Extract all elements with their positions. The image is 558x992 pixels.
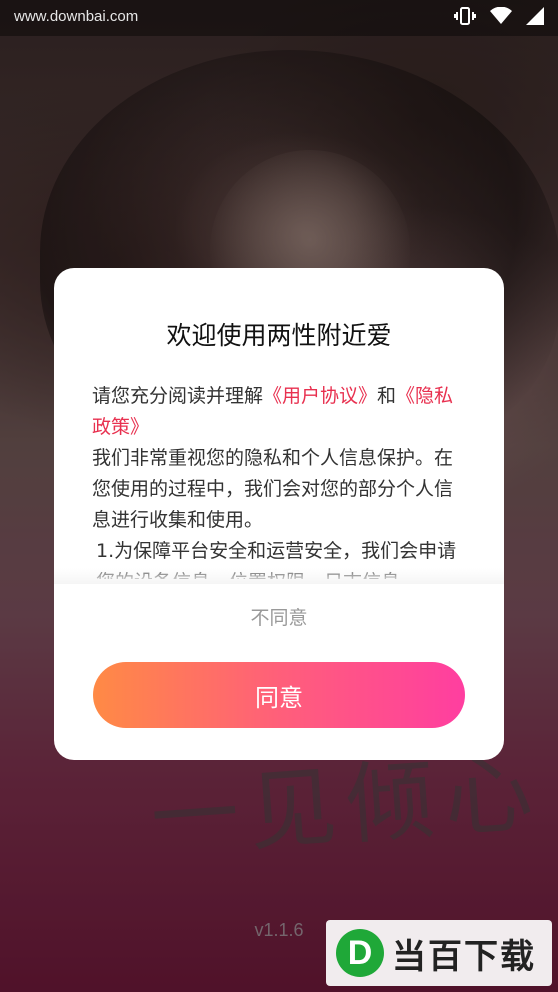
watermark-url: www.downbai.com — [14, 8, 139, 25]
agree-button[interactable]: 同意 — [93, 662, 465, 728]
dialog-body: 请您充分阅读并理解《用户协议》和《隐私政策》 我们非常重视您的隐私和个人信息保护… — [92, 381, 464, 579]
intro-and: 和 — [377, 385, 397, 407]
brand-watermark-logo: D 当百下载 — [326, 920, 552, 986]
privacy-dialog: 欢迎使用两性附近爱 请您充分阅读并理解《用户协议》和《隐私政策》 我们非常重视您… — [54, 268, 504, 760]
body-scroll-fade — [54, 568, 504, 584]
wifi-icon — [490, 6, 512, 29]
user-agreement-link[interactable]: 《用户协议》 — [263, 385, 377, 407]
status-bar: www.downbai.com — [0, 0, 558, 36]
body-paragraph-1: 我们非常重视您的隐私和个人信息保护。在您使用的过程中，我们会对您的部分个人信息进… — [92, 447, 454, 531]
intro-prefix: 请您充分阅读并理解 — [92, 385, 264, 407]
brand-logo-icon: D — [336, 929, 384, 977]
brand-name: 当百下载 — [392, 936, 536, 977]
intro-paragraph: 请您充分阅读并理解《用户协议》和《隐私政策》 — [92, 381, 464, 443]
dialog-title: 欢迎使用两性附近爱 — [166, 321, 392, 350]
status-icons — [454, 6, 544, 30]
signal-icon — [526, 7, 544, 29]
disagree-button[interactable]: 不同意 — [54, 602, 504, 631]
vibrate-icon — [454, 6, 476, 30]
